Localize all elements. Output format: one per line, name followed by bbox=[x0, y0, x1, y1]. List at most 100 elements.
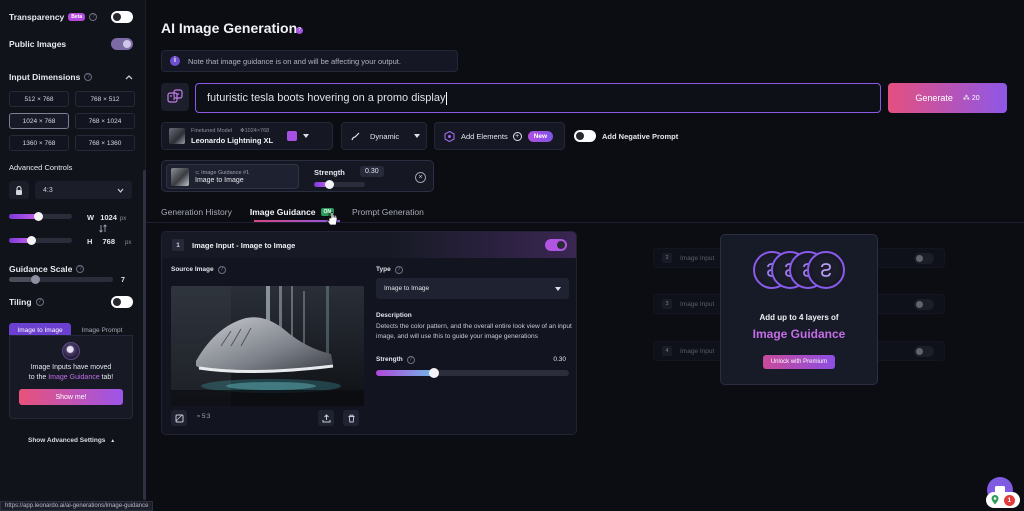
strength-value: 0.30 bbox=[553, 356, 566, 363]
image-guidance-item[interactable]: ⊂ Image Guidance #1 Image to Image bbox=[166, 164, 299, 189]
swap-icon[interactable] bbox=[99, 224, 107, 233]
source-image[interactable] bbox=[171, 286, 364, 406]
negative-prompt-toggle[interactable] bbox=[574, 130, 596, 142]
style-preset-select[interactable]: Dynamic bbox=[341, 122, 427, 150]
guidance-scale-slider[interactable] bbox=[9, 277, 113, 282]
panel-enable-toggle[interactable] bbox=[545, 239, 567, 251]
show-advanced-settings-link[interactable]: Show Advanced Settings ▲ bbox=[28, 437, 115, 444]
guidance-caption-text: Image Guidance #1 bbox=[201, 169, 250, 176]
height-slider-handle[interactable] bbox=[26, 236, 36, 245]
aspect-ratio-value: 4:3 bbox=[43, 186, 53, 194]
crop-button[interactable] bbox=[171, 410, 187, 426]
generate-button[interactable]: Generate ⁂ 20 bbox=[888, 83, 1007, 113]
slot-label: Image Input bbox=[680, 347, 715, 355]
aspect-lock-button[interactable] bbox=[9, 181, 29, 199]
height-slider[interactable] bbox=[9, 238, 72, 243]
chevron-up-icon[interactable] bbox=[125, 74, 133, 80]
guidance-strength-label: Strength bbox=[314, 168, 345, 177]
help-icon[interactable]: ? bbox=[406, 356, 415, 364]
guidance-scale-row: Guidance Scale ? bbox=[9, 264, 133, 274]
guidance-type-value: Image to Image bbox=[384, 285, 430, 292]
image-guidance-notice: i Note that image guidance is on and wil… bbox=[161, 50, 458, 72]
height-value[interactable]: 768 bbox=[103, 237, 116, 246]
token-icon: ⁂ bbox=[962, 95, 970, 102]
transparency-toggle[interactable] bbox=[111, 11, 133, 23]
info-icon[interactable]: ? bbox=[296, 27, 303, 34]
show-me-button[interactable]: Show me! bbox=[19, 389, 123, 405]
slot-toggle bbox=[914, 253, 934, 264]
guidance-strength-slider[interactable] bbox=[314, 182, 365, 187]
brush-icon bbox=[351, 132, 360, 140]
dimension-option[interactable]: 768 × 512 bbox=[75, 91, 135, 107]
page-title: AI Image Generation bbox=[161, 20, 298, 36]
tab-generation-history[interactable]: Generation History bbox=[161, 204, 232, 220]
negative-prompt-label: Add Negative Prompt bbox=[602, 131, 679, 141]
width-slider-handle[interactable] bbox=[34, 212, 44, 221]
guidance-strength-value: 0.30 bbox=[360, 166, 384, 177]
add-elements-button[interactable]: Add Elements + New bbox=[434, 122, 565, 150]
dimension-option[interactable]: 1360 × 768 bbox=[9, 135, 69, 151]
upload-button[interactable] bbox=[318, 410, 334, 426]
sidebar-scrollbar[interactable] bbox=[143, 170, 146, 500]
text-caret bbox=[446, 91, 448, 105]
type-label-text: Type bbox=[376, 266, 391, 273]
strength-slider[interactable] bbox=[376, 370, 569, 376]
width-readout: W 1024 px bbox=[87, 213, 126, 222]
location-pin-icon bbox=[991, 495, 999, 505]
input-dimensions-header[interactable]: Input Dimensions ? bbox=[9, 72, 133, 82]
unlock-premium-button[interactable]: Unlock with Premium bbox=[763, 355, 835, 369]
moved-notice-suffix: tab! bbox=[99, 374, 114, 381]
help-icon[interactable]: ? bbox=[394, 266, 403, 274]
guidance-strength-handle[interactable] bbox=[324, 180, 334, 189]
dimension-option-selected[interactable]: 1024 × 768 bbox=[9, 113, 69, 129]
notifications-pill[interactable]: 1 bbox=[986, 492, 1020, 508]
tab-label: Generation History bbox=[161, 207, 232, 217]
public-images-label: Public Images bbox=[9, 39, 67, 49]
model-settings-icon[interactable] bbox=[287, 131, 298, 141]
caret-down-icon bbox=[303, 134, 310, 138]
guidance-layer-icon bbox=[807, 251, 845, 289]
lock-icon bbox=[16, 185, 22, 195]
dimension-option[interactable]: 512 × 768 bbox=[9, 91, 69, 107]
random-prompt-button[interactable] bbox=[161, 83, 189, 111]
dimension-option[interactable]: 768 × 1360 bbox=[75, 135, 135, 151]
caret-down-icon bbox=[555, 286, 561, 291]
model-thumbnail bbox=[169, 128, 185, 144]
tab-label: Prompt Generation bbox=[352, 207, 424, 217]
guidance-name: Image to Image bbox=[195, 176, 244, 184]
tab-image-guidance[interactable]: Image Guidance ON bbox=[250, 204, 335, 220]
source-image-picture bbox=[171, 286, 364, 406]
moved-notice-prefix: to the bbox=[28, 374, 49, 381]
transparency-label: Transparency bbox=[9, 12, 65, 22]
tiling-toggle[interactable] bbox=[111, 296, 133, 308]
help-icon[interactable]: ? bbox=[84, 73, 93, 81]
caret-down-icon bbox=[414, 134, 420, 138]
chevron-up-icon: ▲ bbox=[110, 438, 116, 444]
guidance-scale-label: Guidance Scale bbox=[9, 264, 73, 274]
chevron-down-icon bbox=[117, 188, 124, 193]
model-caption: Finetuned Model ✥1024×768 bbox=[191, 128, 273, 134]
tab-prompt-generation[interactable]: Prompt Generation bbox=[352, 204, 424, 220]
source-image-label: Source Image? bbox=[171, 266, 226, 274]
help-icon[interactable]: ? bbox=[35, 298, 44, 306]
public-images-toggle[interactable] bbox=[111, 38, 133, 50]
strength-label-text: Strength bbox=[376, 356, 403, 363]
delete-button[interactable] bbox=[343, 410, 359, 426]
help-icon[interactable]: ? bbox=[76, 265, 85, 273]
status-url: https://app.leonardo.ai/ai-generations/i… bbox=[0, 501, 154, 511]
help-icon[interactable]: ? bbox=[89, 13, 98, 21]
dimension-option[interactable]: 768 × 1024 bbox=[75, 113, 135, 129]
guidance-type-select[interactable]: Image to Image bbox=[376, 278, 569, 299]
model-selector[interactable]: Finetuned Model ✥1024×768 Leonardo Lightn… bbox=[161, 122, 333, 150]
width-value[interactable]: 1024 bbox=[100, 213, 117, 222]
guidance-scale-handle[interactable] bbox=[30, 275, 40, 284]
upload-icon bbox=[322, 413, 330, 422]
prompt-input[interactable]: futuristic tesla boots hovering on a pro… bbox=[195, 83, 881, 113]
description-label: Description bbox=[376, 312, 412, 319]
aspect-ratio-select[interactable]: 4:3 bbox=[35, 181, 132, 199]
help-icon[interactable]: ? bbox=[217, 266, 226, 274]
strength-slider-handle[interactable] bbox=[428, 368, 439, 378]
close-icon[interactable]: × bbox=[415, 172, 426, 183]
advanced-controls-label: Advanced Controls bbox=[9, 163, 73, 172]
elements-icon bbox=[444, 130, 455, 142]
